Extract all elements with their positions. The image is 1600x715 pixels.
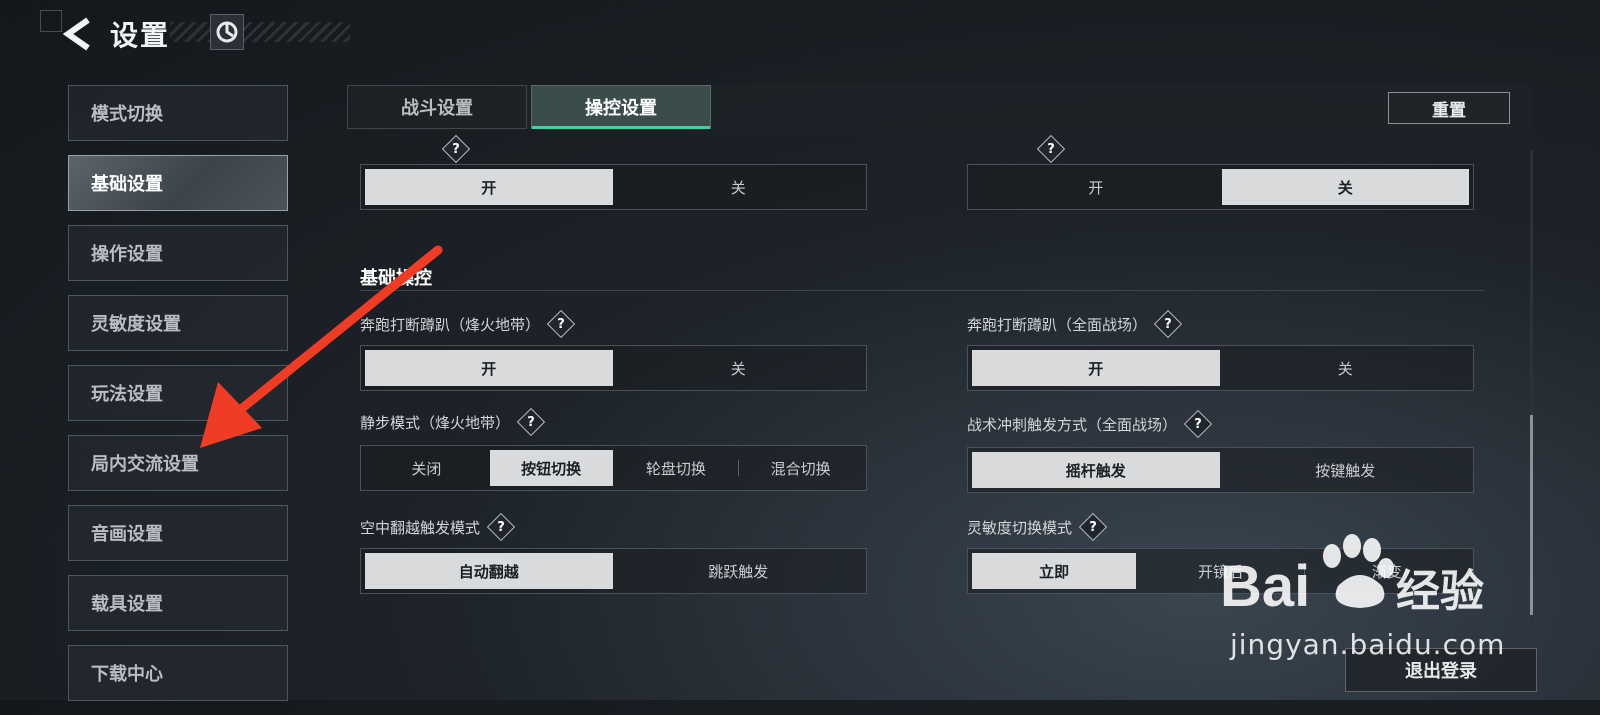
option-off[interactable]: 关 [1222,350,1470,386]
help-icon[interactable]: ? [550,313,572,335]
option-off[interactable]: 关 [615,350,863,386]
help-icon[interactable]: ? [520,411,542,433]
sidebar-item-label: 载具设置 [91,594,163,615]
help-icon[interactable]: ? [490,516,512,538]
option-on[interactable]: 开 [972,169,1220,205]
option-off[interactable]: 关 [615,169,863,205]
game-logo-icon[interactable] [210,14,244,50]
option-button-toggle[interactable]: 按钮切换 [489,450,613,486]
sidebar-item-mode-switch[interactable]: 模式切换 [68,85,288,141]
help-icon[interactable]: ? [1040,138,1062,160]
option-off[interactable]: 关闭 [365,450,488,486]
setting-label-tactical-sprint: 战术冲刺触发方式（全面战场） ? [967,413,1209,435]
option-immediate[interactable]: 立即 [972,553,1137,589]
help-icon[interactable]: ? [1187,413,1209,435]
option-mixed-toggle[interactable]: 混合切换 [738,450,862,486]
option-button-trigger[interactable]: 按键触发 [1222,452,1470,488]
tab-control-settings[interactable]: 操控设置 [531,85,711,129]
toggle-top-right: 开 关 [967,164,1474,210]
partial-label-right: ? [955,138,1062,160]
option-joystick-trigger[interactable]: 摇杆触发 [972,452,1220,488]
tab-bar: 战斗设置 操控设置 [347,85,1532,129]
setting-label-sprint-crouch-fire: 奔跑打断蹲趴（烽火地带） ? [360,313,572,335]
partial-label-left: ? [360,138,467,160]
option-off[interactable]: 关 [1221,169,1469,205]
toggle-tactical-sprint: 摇杆触发 按键触发 [967,447,1474,493]
sidebar-item-gameplay-settings[interactable]: 玩法设置 [68,365,288,421]
tab-combat-settings[interactable]: 战斗设置 [347,85,527,129]
sidebar-item-label: 下载中心 [91,664,163,685]
baidu-paw-icon: Bai 经验 [1220,534,1484,619]
toggle-sprint-crouch-full: 开 关 [967,345,1474,391]
option-on[interactable]: 开 [365,169,613,205]
header-hatch-decoration [170,22,350,42]
sidebar-item-label: 基础设置 [91,174,163,195]
reset-button[interactable]: 重置 [1388,92,1510,124]
sidebar-item-label: 玩法设置 [91,384,163,405]
help-icon[interactable]: ? [1157,313,1179,335]
sidebar-item-label: 灵敏度设置 [91,314,181,335]
watermark-url: jingyan.baidu.com [1230,628,1506,661]
svg-text:经验: 经验 [1396,566,1484,617]
option-on[interactable]: 开 [972,350,1220,386]
toggle-air-vault: 自动翻越 跳跃触发 [360,548,867,594]
toggle-top-left: 开 关 [360,164,867,210]
sidebar-item-vehicle-settings[interactable]: 载具设置 [68,575,288,631]
sidebar-item-sensitivity-settings[interactable]: 灵敏度设置 [68,295,288,351]
svg-text:Bai: Bai [1220,554,1310,619]
option-jump-trigger[interactable]: 跳跃触发 [615,553,863,589]
section-divider [360,290,1485,291]
sidebar-item-label: 模式切换 [91,104,163,125]
sidebar: 模式切换 基础设置 操作设置 灵敏度设置 玩法设置 局内交流设置 音画设置 载具… [68,85,290,715]
sidebar-item-basic-settings[interactable]: 基础设置 [68,155,288,211]
setting-label-air-vault: 空中翻越触发模式 ? [360,516,512,538]
setting-label-sprint-crouch-full: 奔跑打断蹲趴（全面战场） ? [967,313,1179,335]
option-auto-vault[interactable]: 自动翻越 [365,553,613,589]
section-title: 基础操控 [360,268,432,289]
setting-label-quiet-walk: 静步模式（烽火地带） ? [360,411,542,433]
toggle-quiet-walk: 关闭 按钮切换 轮盘切换 混合切换 [360,445,867,491]
sidebar-item-audio-video-settings[interactable]: 音画设置 [68,505,288,561]
option-on[interactable]: 开 [365,350,613,386]
toggle-sprint-crouch-fire: 开 关 [360,345,867,391]
sidebar-item-download-center[interactable]: 下载中心 [68,645,288,701]
corner-bracket [40,10,62,32]
option-wheel-toggle[interactable]: 轮盘切换 [615,450,738,486]
back-arrow-icon [62,17,90,51]
sidebar-item-chat-settings[interactable]: 局内交流设置 [68,435,288,491]
help-icon[interactable]: ? [1082,516,1104,538]
scrollbar-thumb[interactable] [1530,415,1533,615]
help-icon[interactable]: ? [445,138,467,160]
page-title: 设置 [110,19,171,52]
sidebar-item-operation-settings[interactable]: 操作设置 [68,225,288,281]
back-button[interactable] [62,14,96,54]
sidebar-item-label: 局内交流设置 [91,454,199,475]
sidebar-item-label: 操作设置 [91,244,163,265]
sidebar-item-label: 音画设置 [91,524,163,545]
setting-label-sensitivity-switch: 灵敏度切换模式 ? [967,516,1104,538]
